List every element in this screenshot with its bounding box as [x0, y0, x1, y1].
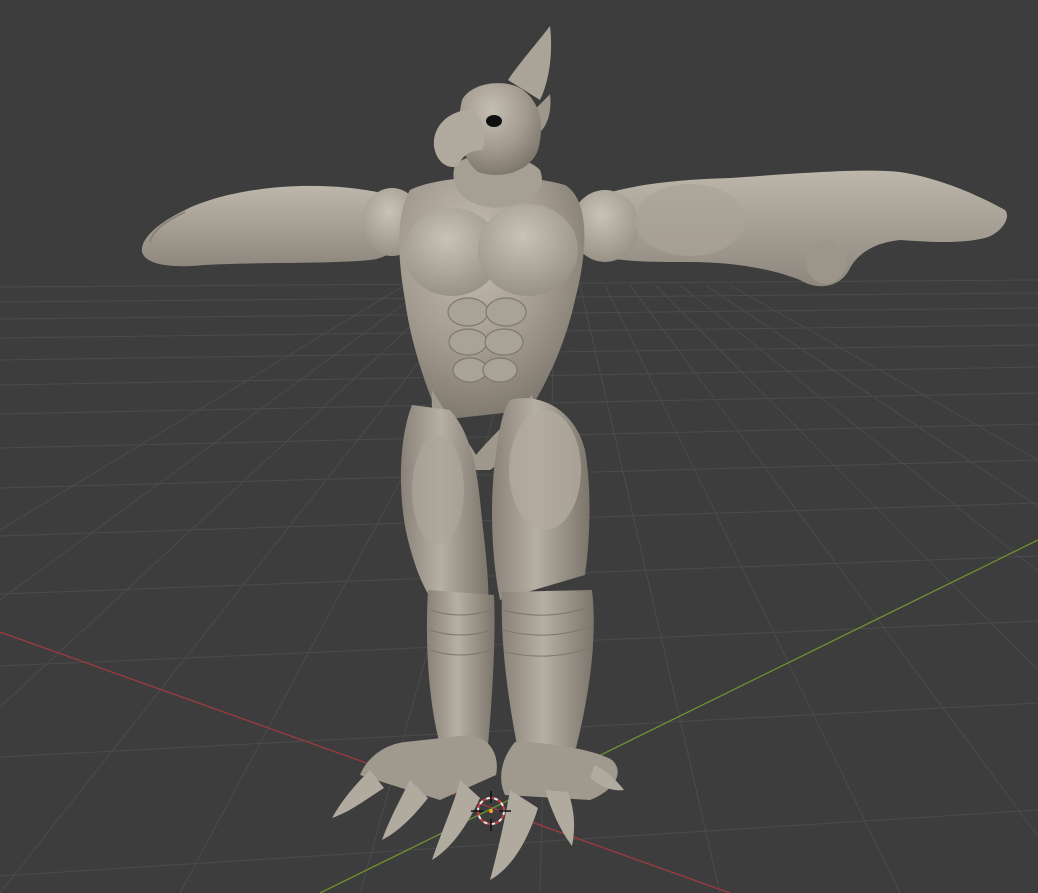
left-quad	[412, 435, 464, 545]
right-forearm-bulge	[635, 184, 745, 256]
viewport-canvas[interactable]	[0, 0, 1038, 893]
abdominals	[447, 297, 527, 383]
right-talon-2	[545, 790, 575, 846]
right-shin[interactable]	[501, 590, 594, 750]
head[interactable]	[433, 26, 552, 176]
left-shin[interactable]	[426, 590, 495, 745]
eye	[486, 115, 502, 127]
right-quad	[509, 410, 581, 530]
right-thumb	[806, 240, 846, 284]
sculpted-model[interactable]	[141, 26, 1008, 880]
left-foot[interactable]	[332, 735, 497, 860]
right-talon-1	[490, 790, 538, 880]
right-pec	[478, 204, 578, 296]
3d-viewport[interactable]	[0, 0, 1038, 893]
x-axis-line	[0, 631, 731, 893]
